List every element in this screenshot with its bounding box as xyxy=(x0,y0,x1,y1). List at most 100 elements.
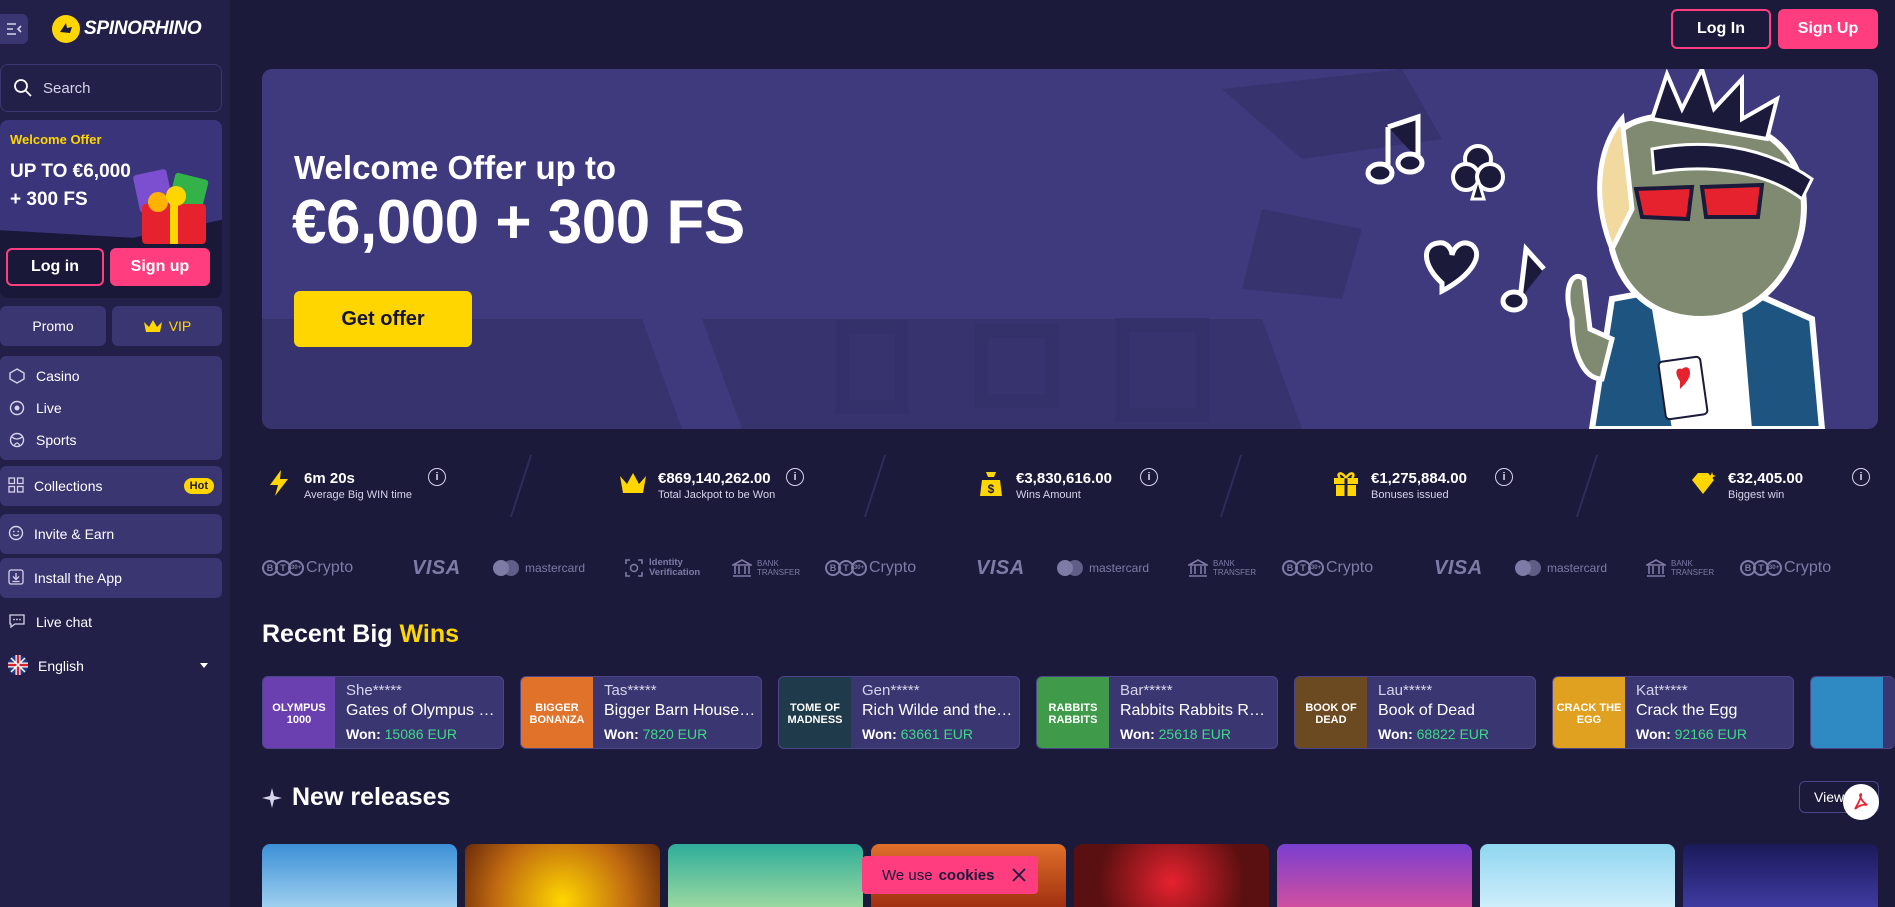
game-name: Rich Wilde and the Tome of Madness xyxy=(862,702,1014,719)
crypto-payment-logo: B T 30+ Crypto xyxy=(1282,556,1373,580)
info-icon[interactable]: i xyxy=(1852,468,1870,486)
game-thumbnail: OLYMPUS 1000 xyxy=(263,677,335,748)
game-tile[interactable] xyxy=(668,844,863,907)
winner-username: Kat***** xyxy=(1636,682,1688,699)
gift-box-icon xyxy=(133,169,209,244)
sidebar-item-install-app[interactable]: Install the App xyxy=(0,558,222,598)
win-amount: Won: 92166 EUR xyxy=(1636,726,1748,742)
close-icon[interactable] xyxy=(1012,868,1027,882)
search-box[interactable] xyxy=(0,64,222,112)
hero-title: €6,000 + 300 FS xyxy=(292,188,745,257)
game-tile[interactable] xyxy=(1277,844,1472,907)
game-name: Bigger Barn House Bonanza xyxy=(604,702,756,719)
header-login-button[interactable]: Log In xyxy=(1671,9,1771,49)
win-amount: Won: 68822 EUR xyxy=(1378,726,1490,742)
game-name: Gates of Olympus 1000 xyxy=(346,702,498,719)
sidebar-item-live[interactable]: Live xyxy=(0,392,222,424)
money-bag-icon: $ xyxy=(980,472,1002,496)
sidebar-login-button[interactable]: Log in xyxy=(6,248,104,286)
sidebar-item-casino[interactable]: Casino xyxy=(0,360,222,392)
recent-win-card[interactable]: CRACK THE EGG Kat***** Crack the Egg Won: 9… xyxy=(1552,676,1794,749)
pdf-icon[interactable] xyxy=(1843,784,1879,820)
crypto-coins-icon: B T 30+ xyxy=(825,560,867,576)
stat-value: €1,275,884.00 xyxy=(1371,470,1467,487)
sidebar-item-invite[interactable]: Invite & Earn xyxy=(0,514,222,554)
sidebar-welcome-offer: Welcome Offer UP TO €6,000 + 300 FS Log … xyxy=(0,120,222,298)
hero-eyebrow: Welcome Offer up to xyxy=(294,149,617,186)
mastercard-circles-icon xyxy=(1515,560,1541,576)
stat-avg-win-time: 6m 20s Average Big WIN time i xyxy=(264,466,454,506)
recent-win-card[interactable] xyxy=(1810,676,1895,749)
vip-link[interactable]: VIP xyxy=(112,306,222,346)
cookie-banner: We use cookies xyxy=(862,856,1038,894)
new-releases-title: New releases xyxy=(262,783,450,812)
chat-icon xyxy=(8,613,26,632)
recent-win-card[interactable]: RABBITS RABBITS Bar***** Rabbits Rabbits R… xyxy=(1036,676,1278,749)
svg-text:$: $ xyxy=(988,482,995,496)
sidebar-item-label: Invite & Earn xyxy=(34,526,115,542)
sidebar-item-live-chat[interactable]: Live chat xyxy=(0,602,222,642)
stat-label: Average Big WIN time xyxy=(304,489,413,501)
sidebar-signup-button[interactable]: Sign up xyxy=(110,248,210,286)
game-name: Crack the Egg xyxy=(1636,702,1738,719)
game-tile[interactable] xyxy=(1683,844,1878,907)
divider xyxy=(1575,455,1599,517)
info-icon[interactable]: i xyxy=(1495,468,1513,486)
vip-label: VIP xyxy=(168,318,192,334)
recent-win-card[interactable]: BIGGER BONANZA Tas***** Bigger Barn House … xyxy=(520,676,762,749)
recent-win-card[interactable]: TOME OF MADNESS Gen***** Rich Wilde and th… xyxy=(778,676,1020,749)
stat-label: Total Jackpot to be Won xyxy=(658,489,776,501)
hot-badge: Hot xyxy=(183,478,214,494)
sidebar: SPINORHINO Welcome Offer UP TO €6,000 + … xyxy=(0,0,230,907)
music-note-icon xyxy=(1365,113,1425,185)
game-name: Rabbits Rabbits Rabbits xyxy=(1120,702,1272,719)
site-logo[interactable]: SPINORHINO xyxy=(52,14,202,44)
promo-link[interactable]: Promo xyxy=(0,306,106,346)
stat-label: Bonuses issued xyxy=(1371,489,1449,501)
download-icon xyxy=(8,568,24,588)
search-icon xyxy=(14,79,32,97)
sidebar-item-sports[interactable]: Sports xyxy=(0,424,222,456)
crypto-payment-logo: B T 30+ Crypto xyxy=(1740,556,1831,580)
win-amount: Won: 63661 EUR xyxy=(862,726,974,742)
bank-icon xyxy=(1188,559,1208,577)
stat-label: Wins Amount xyxy=(1016,489,1081,501)
game-tile[interactable] xyxy=(1480,844,1675,907)
sidebar-item-label: Sports xyxy=(36,432,77,448)
crypto-payment-logo: B T 30+ Crypto xyxy=(825,556,916,580)
visa-logo: VISA xyxy=(976,556,1025,579)
crypto-coins-icon: B T 30+ xyxy=(1282,560,1324,576)
sidebar-item-collections[interactable]: Collections Hot xyxy=(0,466,222,506)
stat-value: €869,140,262.00 xyxy=(658,470,771,487)
collapse-sidebar-button[interactable] xyxy=(0,14,28,44)
rhino-logo-icon xyxy=(52,15,80,43)
smile-icon xyxy=(8,525,24,544)
bank-icon xyxy=(732,559,752,577)
info-icon[interactable]: i xyxy=(1140,468,1158,486)
identity-verification-logo: Identity Verification xyxy=(624,556,700,580)
winner-username: Bar***** xyxy=(1120,682,1173,699)
language-selector[interactable]: English xyxy=(0,646,222,686)
game-tile[interactable] xyxy=(465,844,660,907)
winner-username: Lau***** xyxy=(1378,682,1433,699)
win-amount: Won: 7820 EUR xyxy=(604,726,708,742)
cookies-link[interactable]: cookies xyxy=(939,867,995,884)
language-label: English xyxy=(38,658,84,674)
info-icon[interactable]: i xyxy=(786,468,804,486)
header-signup-button[interactable]: Sign Up xyxy=(1778,9,1878,49)
recent-win-card[interactable]: BOOK OF DEAD Lau***** Book of Dead Won: 688… xyxy=(1294,676,1536,749)
hero-banner[interactable]: Welcome Offer up to €6,000 + 300 FS Get … xyxy=(262,69,1878,429)
get-offer-button[interactable]: Get offer xyxy=(294,291,472,347)
sidebar-item-label: Casino xyxy=(36,368,80,384)
gift-icon xyxy=(1334,472,1358,496)
game-tile[interactable] xyxy=(1074,844,1269,907)
info-icon[interactable]: i xyxy=(428,468,446,486)
stat-label: Biggest win xyxy=(1728,489,1785,501)
promo-line-2: + 300 FS xyxy=(10,189,88,210)
payment-methods-strip: B T 30+ Crypto VISA mastercard Identity Ver… xyxy=(262,556,1895,580)
game-tile[interactable] xyxy=(262,844,457,907)
game-thumbnail: CRACK THE EGG xyxy=(1553,677,1625,748)
promo-amount: UP TO €6,000 + 300 FS xyxy=(10,158,131,214)
recent-win-card[interactable]: OLYMPUS 1000 She***** Gates of Olympus 100… xyxy=(262,676,504,749)
search-input[interactable] xyxy=(43,79,203,97)
